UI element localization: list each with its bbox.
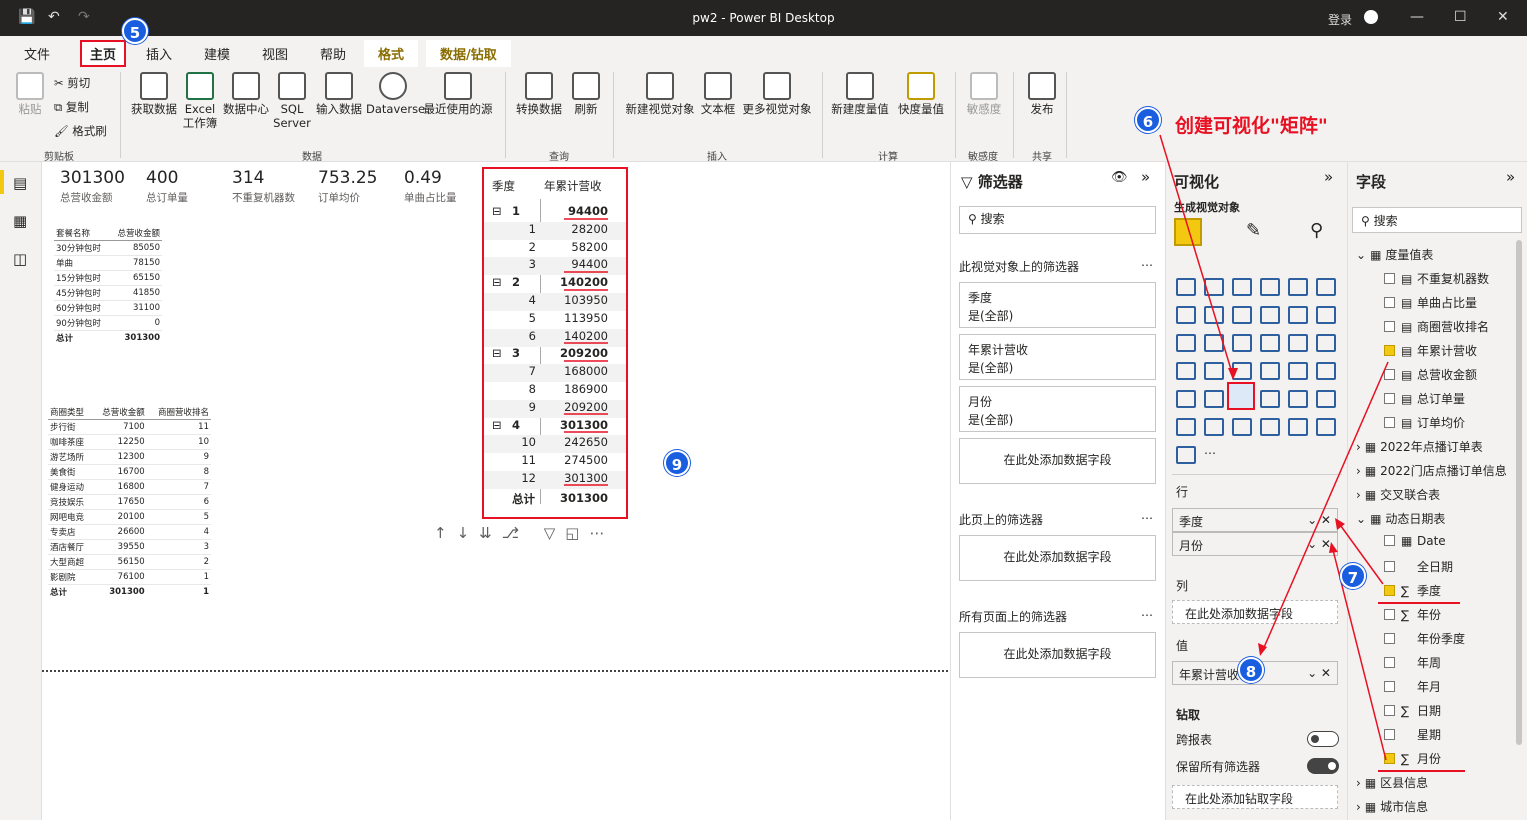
annotation-caption: 创建可视化"矩阵" — [1175, 115, 1328, 137]
step-badge-8: 8 — [1238, 657, 1264, 683]
step-badge-5: 5 — [122, 18, 148, 44]
step-badge-6: 6 — [1135, 107, 1161, 133]
step-badge-9: 9 — [664, 450, 690, 476]
step-badge-7: 7 — [1340, 563, 1366, 589]
